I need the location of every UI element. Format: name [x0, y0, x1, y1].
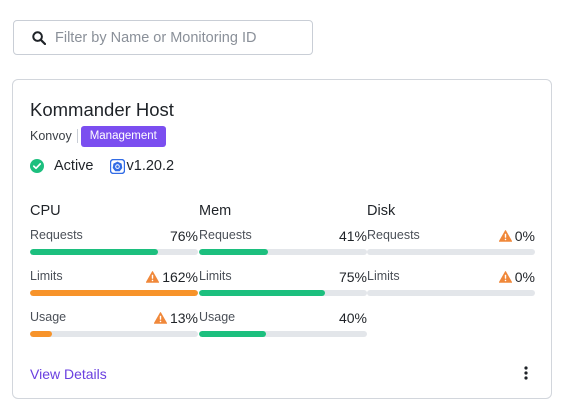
metric-label: Limits — [367, 269, 400, 283]
search-input[interactable] — [55, 29, 295, 46]
metric-row: Limits 75% — [199, 264, 367, 305]
metric-label: Limits — [30, 269, 63, 283]
status-text: Active — [54, 158, 94, 174]
metric-value: 162% — [146, 269, 198, 285]
metric-row: Usage 40% — [199, 305, 367, 346]
search-icon — [32, 30, 46, 45]
progress-bar — [199, 290, 367, 296]
metric-label: Usage — [30, 310, 67, 324]
metric-label: Usage — [199, 310, 236, 324]
kubernetes-icon — [109, 158, 125, 174]
warning-icon — [498, 230, 512, 242]
warning-icon — [146, 271, 160, 283]
metric-value: 0% — [498, 269, 535, 285]
warning-icon — [498, 271, 512, 283]
metric-row: Requests 41% — [199, 223, 367, 264]
column-title: CPU — [30, 203, 61, 219]
metric-value: 76% — [169, 228, 198, 244]
progress-fill — [199, 290, 325, 296]
metric-label: Limits — [199, 269, 232, 283]
metric-row: Usage 13% — [30, 305, 198, 346]
cpu-column: CPU Requests 76% Limits 162% Usage 13% — [30, 203, 198, 346]
progress-fill — [199, 249, 268, 255]
metric-value: 40% — [338, 310, 367, 326]
progress-fill — [30, 331, 52, 337]
progress-bar — [199, 249, 367, 255]
progress-bar — [30, 290, 198, 296]
disk-column: Disk Requests 0% Limits 0% — [367, 203, 535, 305]
metric-label: Requests — [367, 228, 420, 242]
metric-value: 0% — [498, 228, 535, 244]
more-options-icon[interactable] — [521, 366, 531, 382]
warning-icon — [153, 312, 167, 324]
progress-bar — [199, 331, 367, 337]
progress-bar — [367, 290, 535, 296]
metric-value: 75% — [338, 269, 367, 285]
metric-value: 13% — [153, 310, 198, 326]
kubernetes-version: v1.20.2 — [126, 158, 175, 174]
check-circle-icon — [30, 159, 44, 173]
column-title: Mem — [199, 203, 232, 219]
progress-bar — [30, 331, 198, 337]
cluster-name: Kommander Host — [30, 99, 174, 120]
progress-fill — [199, 331, 267, 337]
search-box[interactable] — [13, 20, 313, 55]
cluster-card: Kommander Host Konvoy Management Active … — [12, 79, 552, 399]
progress-fill — [30, 290, 198, 296]
provider-label: Konvoy — [30, 129, 78, 143]
metric-label: Requests — [30, 228, 83, 242]
mem-column: Mem Requests 41% Limits 75% Usage 40% — [199, 203, 367, 346]
column-title: Disk — [367, 203, 396, 219]
metric-value: 41% — [338, 228, 367, 244]
metric-label: Requests — [199, 228, 252, 242]
metric-row: Limits 162% — [30, 264, 198, 305]
view-details-link[interactable]: View Details — [30, 366, 107, 382]
status-row: Active v1.20.2 — [30, 157, 174, 175]
metric-row: Requests 0% — [367, 223, 535, 264]
progress-bar — [30, 249, 198, 255]
cluster-labels: Konvoy Management — [30, 125, 166, 147]
progress-bar — [367, 249, 535, 255]
progress-fill — [30, 249, 158, 255]
management-badge: Management — [80, 125, 166, 147]
metric-row: Limits 0% — [367, 264, 535, 305]
metric-row: Requests 76% — [30, 223, 198, 264]
